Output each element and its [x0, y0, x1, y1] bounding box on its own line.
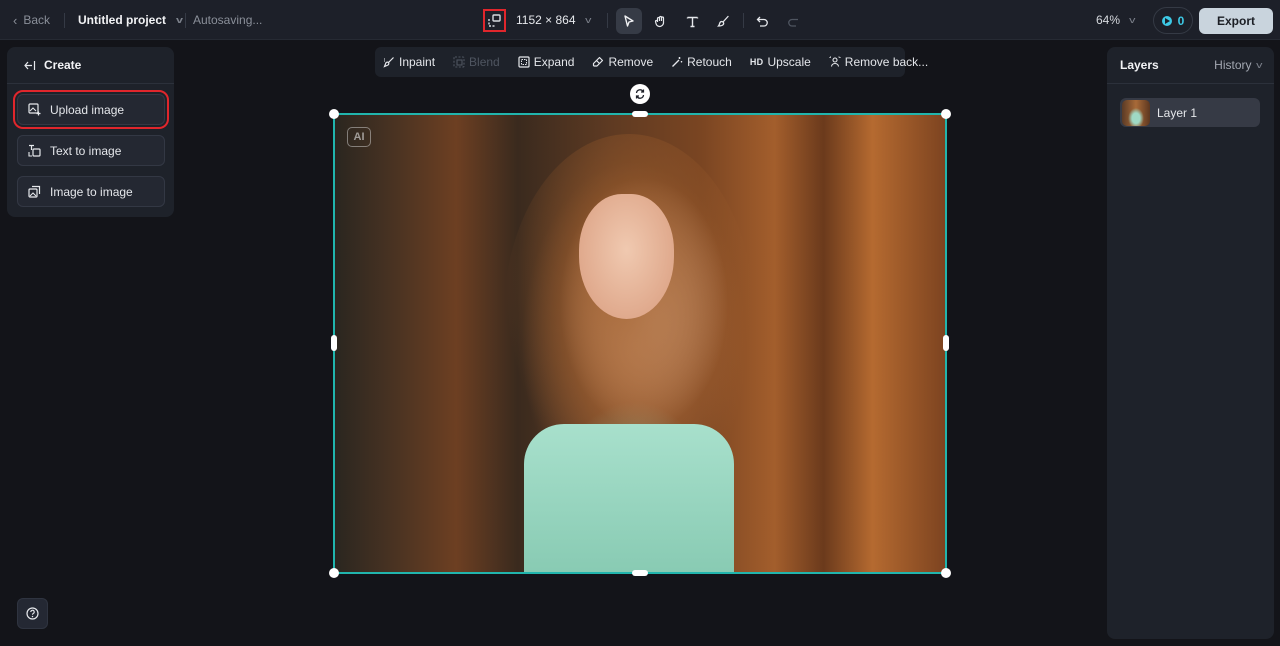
credits-count: 0 — [1177, 13, 1185, 28]
hand-icon — [654, 15, 664, 27]
zoom-level: 64% — [1096, 13, 1121, 27]
history-label: History — [1214, 58, 1252, 72]
image-to-image-label: Image to image — [50, 184, 133, 199]
help-question-icon — [26, 607, 39, 620]
image-to-image-icon — [28, 185, 41, 198]
canvas-size-dropdown[interactable]: 1152 × 864 v — [516, 0, 591, 40]
remove-background-icon — [829, 56, 841, 67]
hd-icon: HD — [749, 57, 764, 67]
resize-canvas-icon — [488, 14, 501, 27]
undo-icon — [756, 16, 768, 27]
credits-icon — [1161, 15, 1172, 26]
resize-handle-bottom-right[interactable] — [941, 568, 951, 578]
image-subject-dress — [524, 424, 734, 573]
layers-panel-header: Layers History v — [1107, 47, 1274, 84]
text-tool-button[interactable] — [679, 8, 705, 34]
expand-label: Expand — [533, 55, 575, 69]
credits-badge[interactable]: 0 — [1153, 7, 1193, 34]
rotate-handle[interactable] — [630, 84, 650, 104]
divider — [185, 13, 186, 28]
resize-handle-top-right[interactable] — [941, 109, 951, 119]
hand-tool-button[interactable] — [647, 8, 673, 34]
remove-background-label: Remove back... — [844, 55, 929, 69]
top-bar: ‹ Back Untitled project v Autosaving... … — [0, 0, 1280, 40]
resize-handle-right[interactable] — [943, 335, 949, 351]
retouch-label: Retouch — [687, 55, 732, 69]
chevron-down-icon: v — [1255, 60, 1262, 70]
retouch-button[interactable]: Retouch — [671, 55, 732, 69]
remove-background-button[interactable]: Remove back... — [829, 55, 928, 69]
text-T-icon — [686, 16, 698, 27]
export-button[interactable]: Export — [1199, 8, 1273, 34]
resize-layout-button[interactable] — [483, 9, 506, 32]
cursor-arrow-icon — [624, 15, 634, 27]
back-label: Back — [23, 13, 51, 27]
inpaint-button[interactable]: Inpaint — [383, 55, 435, 69]
text-to-image-button[interactable]: Text to image — [17, 135, 165, 166]
upscale-button[interactable]: HD Upscale — [750, 55, 811, 69]
image-to-image-button[interactable]: Image to image — [17, 176, 165, 207]
ai-generated-badge: AI — [347, 127, 371, 147]
canvas-size: 1152 × 864 — [516, 13, 576, 27]
resize-handle-top[interactable] — [632, 111, 648, 117]
chevron-down-icon: v — [176, 15, 184, 25]
eraser-icon — [593, 56, 604, 67]
remove-button[interactable]: Remove — [592, 55, 653, 69]
expand-button[interactable]: Expand — [518, 55, 575, 69]
remove-label: Remove — [608, 55, 654, 69]
project-name-dropdown[interactable]: Untitled project v — [78, 0, 184, 40]
resize-handle-left[interactable] — [331, 335, 337, 351]
text-to-image-icon — [28, 144, 41, 157]
undo-button[interactable] — [749, 8, 775, 34]
inpaint-label: Inpaint — [399, 55, 436, 69]
save-status: Autosaving... — [193, 13, 263, 27]
divider — [743, 13, 744, 28]
divider — [607, 13, 608, 28]
image-subject-face — [579, 194, 674, 319]
create-panel-header[interactable]: Create — [7, 47, 174, 84]
help-button[interactable] — [17, 598, 48, 629]
divider — [64, 13, 65, 28]
create-panel: Create Upload image Text to image Image … — [7, 47, 174, 217]
layer-thumbnail — [1122, 99, 1150, 126]
layer-name: Layer 1 — [1157, 105, 1198, 120]
rotate-icon — [635, 89, 645, 99]
project-name: Untitled project — [78, 13, 167, 27]
history-dropdown[interactable]: History v — [1214, 58, 1262, 72]
blend-label: Blend — [469, 55, 500, 69]
expand-frame-icon — [518, 56, 530, 68]
upload-image-icon — [28, 103, 41, 116]
blend-icon — [453, 56, 465, 68]
select-tool-button[interactable] — [616, 8, 642, 34]
upscale-label: Upscale — [767, 55, 811, 69]
layers-tab[interactable]: Layers — [1120, 58, 1159, 72]
chevron-left-icon: ‹ — [13, 12, 18, 28]
redo-icon — [787, 18, 798, 27]
text-to-image-label: Text to image — [50, 143, 122, 158]
layers-panel: Layers History v Layer 1 — [1107, 47, 1274, 639]
canvas-image[interactable]: AI — [334, 114, 946, 573]
inpaint-brush-icon — [383, 57, 394, 68]
chevron-down-icon: v — [584, 15, 591, 25]
upload-image-button[interactable]: Upload image — [13, 90, 169, 129]
blend-button[interactable]: Blend — [453, 55, 500, 69]
layer-item[interactable]: Layer 1 — [1120, 98, 1260, 127]
paintbrush-icon — [716, 15, 729, 27]
redo-button[interactable] — [780, 8, 806, 34]
upload-image-label: Upload image — [50, 102, 125, 117]
chevron-down-icon: v — [1129, 15, 1136, 25]
resize-handle-bottom[interactable] — [632, 570, 648, 576]
brush-tool-button[interactable] — [710, 8, 736, 34]
back-button[interactable]: ‹ Back — [13, 0, 50, 40]
create-panel-title: Create — [44, 58, 82, 72]
resize-handle-top-left[interactable] — [329, 109, 339, 119]
resize-handle-bottom-left[interactable] — [329, 568, 339, 578]
zoom-level-dropdown[interactable]: 64% v — [1096, 0, 1135, 40]
collapse-left-icon — [24, 60, 36, 70]
ai-edit-toolbar: Inpaint Blend Expand Remove Retouch HD U… — [375, 47, 928, 77]
magic-wand-icon — [672, 57, 683, 67]
